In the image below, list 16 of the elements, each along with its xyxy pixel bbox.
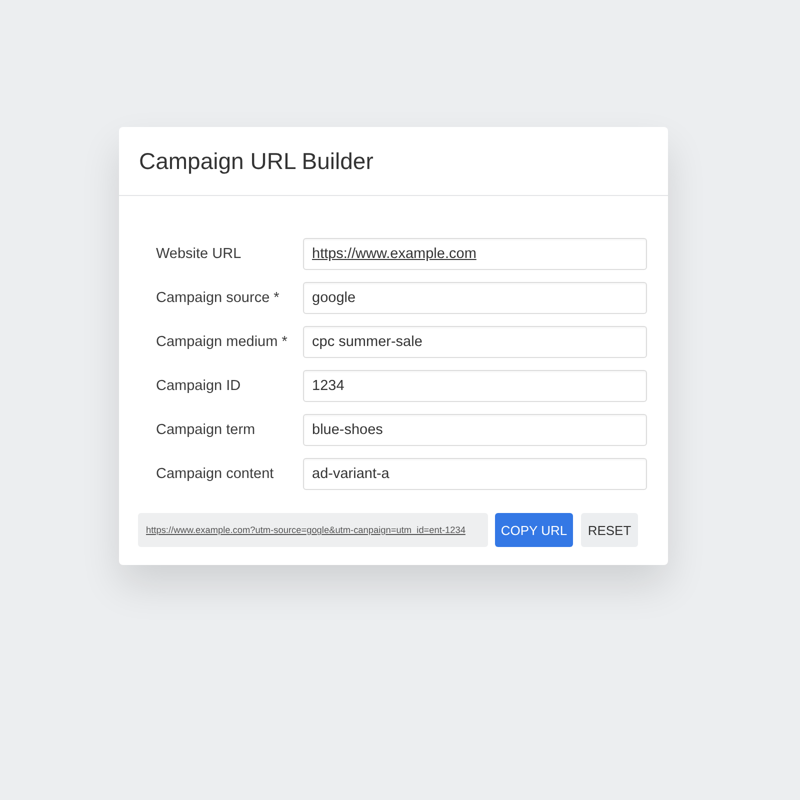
field-label: Website URL (156, 246, 242, 262)
input-field[interactable]: blue-shoes (303, 414, 647, 446)
field-label: Campaign ID (156, 378, 242, 394)
field-label: Campaign source * (156, 290, 280, 306)
generated-url-field[interactable]: https://www.example.com?utm-source=gogle&utm-canpaign=utm_id=ent-1234 (138, 513, 488, 547)
input-field[interactable]: ad-variant-a (303, 458, 647, 490)
input-field[interactable]: 1234 (303, 370, 647, 402)
field-label: Campaign medium * (156, 334, 288, 350)
dialog-title: Campaign URL Builder (139, 148, 374, 174)
input-field[interactable]: cpc summer-sale (303, 326, 647, 358)
copy-button[interactable]: COPY URL (495, 513, 573, 547)
field-label: Campaign content (156, 466, 275, 482)
input-field[interactable]: https://www.example.com (303, 238, 647, 270)
reset-button[interactable]: RESET (581, 513, 638, 547)
input-field[interactable]: google (303, 282, 647, 314)
field-label: Campaign term (156, 422, 256, 438)
